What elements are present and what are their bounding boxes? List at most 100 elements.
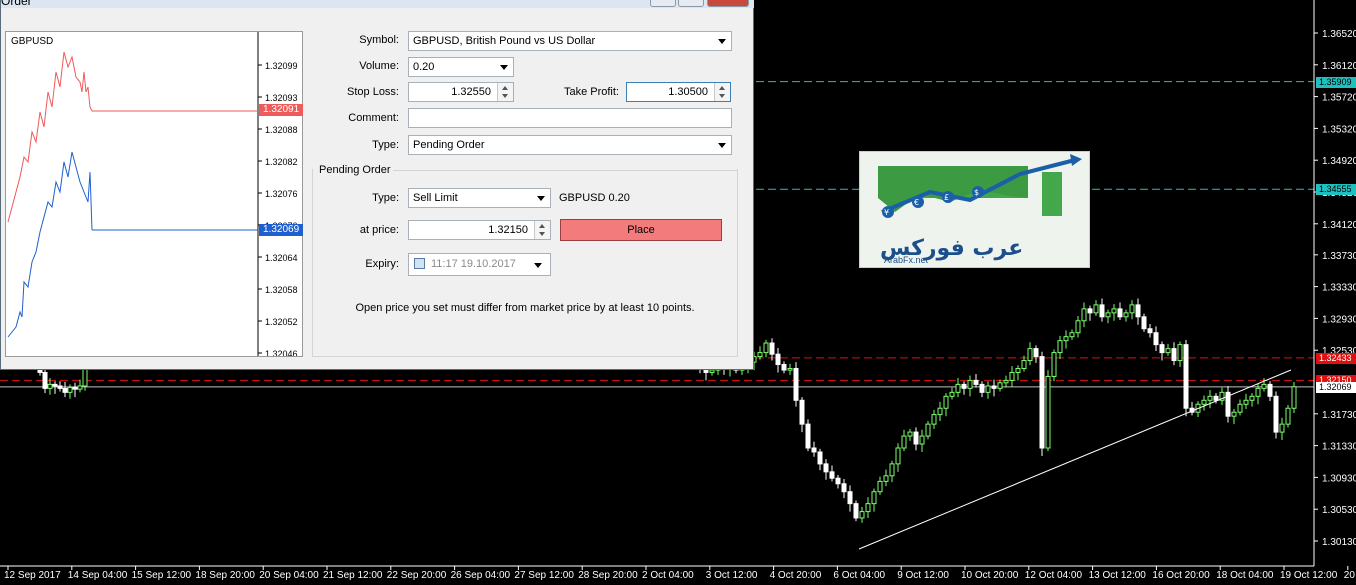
at-price-spinner[interactable] — [534, 221, 550, 239]
time-tick-label: 20 Sep 04:00 — [259, 570, 319, 581]
take-profit-input[interactable]: 1.30500 — [626, 82, 731, 102]
candle-body — [793, 367, 799, 401]
candle-body — [1009, 371, 1015, 381]
mini-tick-label: 1.32058 — [265, 285, 298, 295]
candle-body — [42, 371, 48, 389]
time-tick-label: 26 Sep 04:00 — [451, 570, 511, 581]
take-profit-value: 1.30500 — [668, 86, 708, 98]
expiry-checkbox[interactable] — [414, 258, 425, 269]
candle-body — [841, 483, 847, 493]
candle-body — [757, 352, 763, 358]
minimize-button[interactable] — [650, 0, 676, 7]
candle-body — [1123, 312, 1129, 318]
trendline[interactable] — [858, 369, 1292, 550]
candle-body — [1045, 375, 1051, 449]
candle-body — [877, 480, 883, 493]
svg-text:$: $ — [974, 188, 979, 197]
time-tick-label: 18 Oct 04:00 — [1216, 570, 1274, 581]
candle-body — [1093, 304, 1099, 314]
mini-tick-label: 1.32093 — [265, 93, 298, 103]
candle-body — [829, 471, 835, 479]
time-tick-label: 18 Sep 20:00 — [195, 570, 255, 581]
pending-type-label: Type: — [372, 192, 399, 204]
expiry-dropdown-icon[interactable] — [534, 263, 542, 268]
maximize-button[interactable] — [678, 0, 704, 7]
candle-body — [1135, 304, 1141, 318]
comment-input[interactable] — [408, 108, 732, 128]
candle-body — [82, 367, 88, 387]
pending-summary: GBPUSD 0.20 — [559, 192, 630, 204]
stop-loss-label: Stop Loss: — [347, 86, 399, 98]
candle-body — [913, 431, 919, 445]
price-tick-label: 1.32930 — [1322, 314, 1356, 325]
ask-price-badge: 1.32069 — [259, 224, 303, 236]
time-tick-label: 28 Sep 20:00 — [578, 570, 638, 581]
pending-type-select[interactable]: Sell Limit — [408, 188, 551, 208]
stop-loss-input[interactable]: 1.32550 — [408, 82, 514, 102]
candle-body — [781, 364, 787, 371]
candle-body — [853, 503, 859, 519]
order-titlebar[interactable]: Order — [1, 0, 754, 8]
candle-body — [775, 353, 781, 366]
bid-series — [7, 51, 93, 223]
candle-body — [1153, 332, 1159, 346]
candle-body — [799, 399, 805, 425]
volume-select[interactable]: 0.20 — [408, 57, 514, 77]
close-button[interactable] — [707, 0, 749, 7]
candle-body — [871, 491, 877, 505]
candle-body — [763, 342, 769, 354]
candle-body — [1165, 348, 1171, 354]
symbol-select[interactable]: GBPUSD, British Pound vs US Dollar — [408, 31, 732, 51]
logo-url: ArabFx.net — [884, 255, 929, 265]
price-tick-label: 1.36520 — [1322, 29, 1356, 40]
expiry-field[interactable]: 11:17 19.10.2017 — [408, 253, 551, 276]
candle-body — [805, 423, 811, 449]
candle-body — [1117, 308, 1123, 318]
level-badge-cyan: 1.34555 — [1316, 184, 1356, 196]
candle-body — [949, 391, 955, 397]
order-type-select[interactable]: Pending Order — [408, 135, 732, 155]
price-tick-label: 1.30130 — [1322, 537, 1356, 548]
time-tick-label: 12 Sep 2017 — [4, 570, 61, 581]
price-tick-label: 1.30930 — [1322, 473, 1356, 484]
mini-tick-label: 1.32088 — [265, 125, 298, 135]
candle-body — [1213, 395, 1219, 401]
candle-body — [991, 385, 997, 389]
candle-body — [67, 387, 73, 393]
svg-text:¥: ¥ — [884, 208, 889, 217]
time-tick-label: 9 Oct 12:00 — [897, 570, 949, 581]
candle-body — [955, 383, 961, 393]
candle-body — [925, 423, 931, 437]
time-tick-label: 3 Oct 12:00 — [706, 570, 758, 581]
stop-loss-spinner[interactable] — [497, 83, 513, 101]
candle-body — [1033, 348, 1039, 358]
take-profit-spinner[interactable] — [714, 83, 730, 101]
candle-body — [1267, 383, 1273, 397]
price-tick-label: 1.34920 — [1322, 156, 1356, 167]
candle-body — [57, 385, 63, 389]
volume-label: Volume: — [359, 60, 399, 72]
mini-tick-label: 1.32052 — [265, 317, 298, 327]
time-tick-label: 14 Sep 04:00 — [68, 570, 128, 581]
candle-body — [979, 383, 985, 393]
pending-type-value: Sell Limit — [413, 192, 458, 204]
candle-body — [1111, 308, 1117, 314]
candle-body — [901, 435, 907, 449]
candle-body — [1039, 356, 1045, 449]
candle-body — [1069, 332, 1075, 338]
candle-body — [985, 385, 991, 393]
bid-price-badge: 1.32091 — [259, 104, 303, 116]
mini-tick-label: 1.32076 — [265, 189, 298, 199]
mini-tick-label: 1.32046 — [265, 349, 298, 356]
mini-tick-label: 1.32064 — [265, 253, 298, 263]
candle-body — [919, 435, 925, 445]
place-button[interactable]: Place — [560, 219, 722, 241]
at-price-input[interactable]: 1.32150 — [408, 220, 551, 240]
order-dialog[interactable]: Order GBPUSD 1.32099 1.32093 1.32088 1.3208… — [0, 0, 754, 370]
time-tick-label: 22 Sep 20:00 — [387, 570, 447, 581]
candle-body — [937, 407, 943, 416]
candle-body — [1183, 344, 1189, 409]
candle-body — [1051, 352, 1057, 377]
candle-body — [1129, 304, 1135, 314]
price-tick-label: 1.31730 — [1322, 410, 1356, 421]
